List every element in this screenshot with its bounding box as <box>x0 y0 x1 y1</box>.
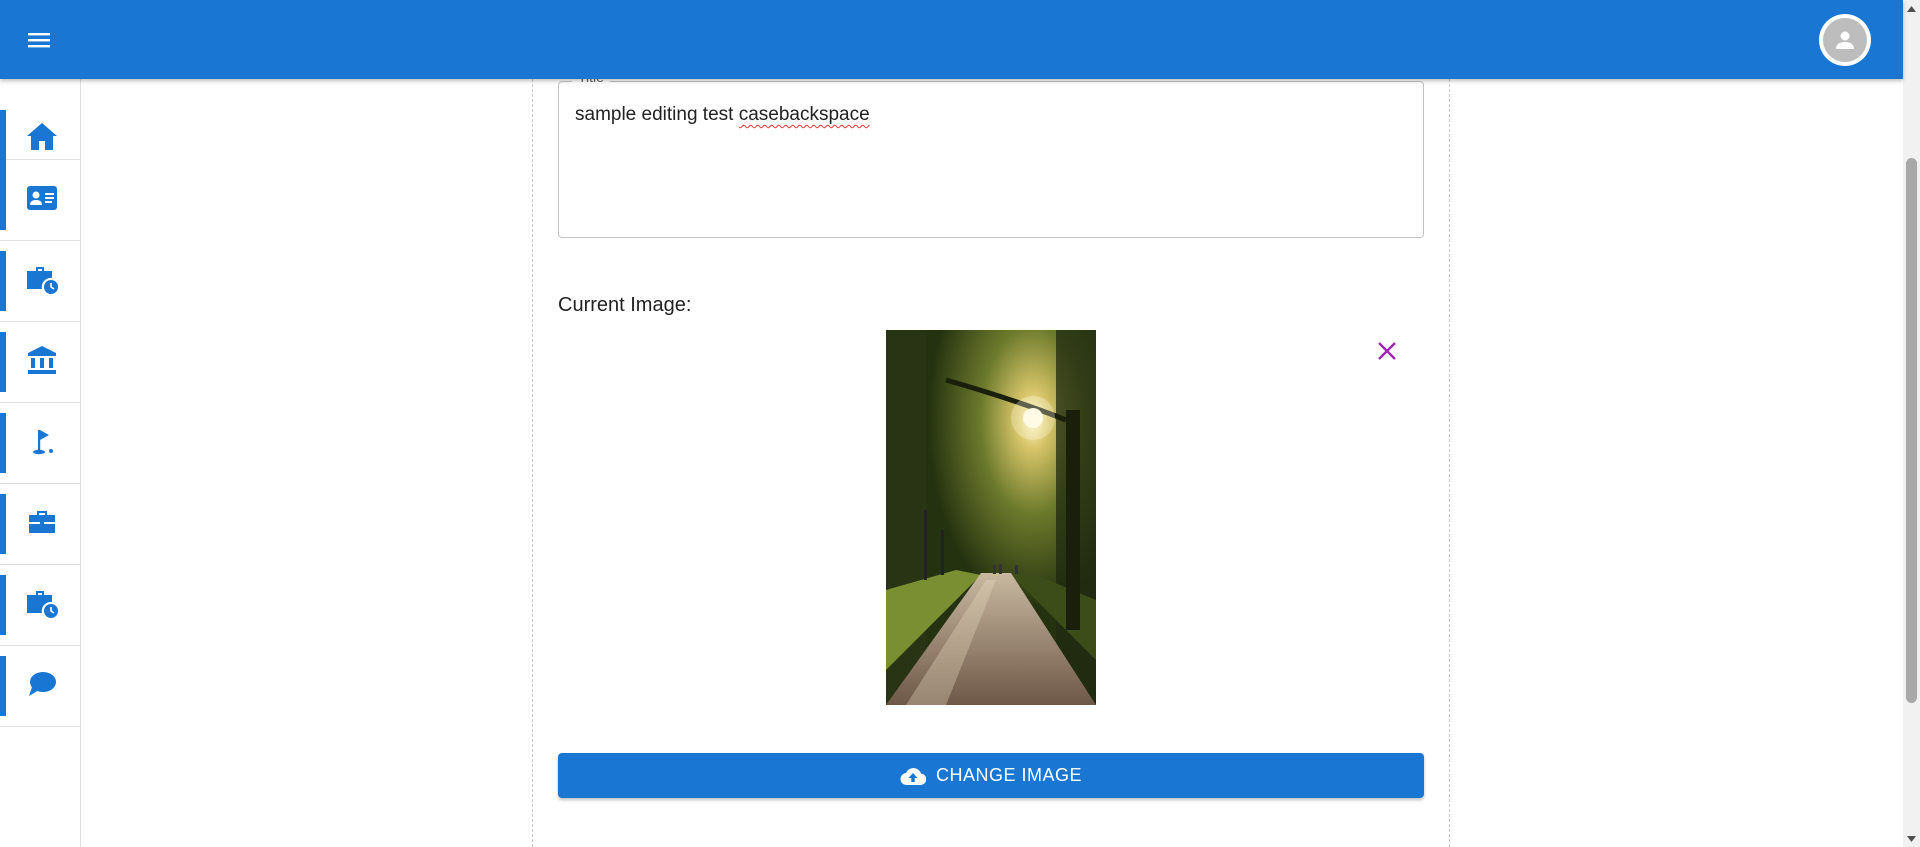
sidebar-item-briefcase[interactable] <box>0 484 80 565</box>
scroll-up-button[interactable] <box>1903 0 1920 17</box>
sidebar-item-bank[interactable] <box>0 322 80 403</box>
sidebar-item-work-history[interactable] <box>0 241 80 322</box>
page-scrollbar[interactable] <box>1903 0 1920 847</box>
chat-bubble-icon <box>25 667 59 701</box>
golf-course-icon <box>25 424 59 458</box>
home-icon <box>25 119 59 153</box>
remove-image-button[interactable] <box>1374 338 1400 364</box>
active-indicator <box>0 575 6 635</box>
scrollbar-thumb[interactable] <box>1906 158 1917 703</box>
title-input[interactable]: sample editing test casebackspace <box>575 104 870 126</box>
bank-icon <box>25 343 59 377</box>
current-image <box>886 330 1096 705</box>
close-icon <box>1378 342 1396 360</box>
title-input-text: sample editing test <box>575 104 739 125</box>
account-circle-icon <box>1836 31 1854 49</box>
sidebar-item-golf[interactable] <box>0 403 80 484</box>
avatar-button[interactable] <box>1819 14 1871 66</box>
cloud-upload-icon <box>900 766 926 786</box>
briefcase-icon <box>25 505 59 539</box>
active-indicator <box>0 656 6 716</box>
contact-card-icon <box>25 181 59 215</box>
sidebar-item-chat[interactable] <box>0 646 80 727</box>
sidebar-item-home[interactable] <box>0 79 80 170</box>
app-bar <box>0 0 1903 79</box>
active-indicator <box>0 413 6 473</box>
title-input-misspelled-word: casebackspace <box>738 104 870 125</box>
change-image-label: CHANGE IMAGE <box>935 765 1083 785</box>
avatar <box>1823 18 1867 62</box>
active-indicator <box>0 494 6 554</box>
active-indicator <box>0 332 6 392</box>
scroll-down-arrow-icon <box>1907 835 1916 842</box>
change-image-button[interactable]: CHANGE IMAGE <box>558 753 1424 798</box>
park-path-sunlight-photo <box>886 330 1096 705</box>
sidebar <box>0 79 81 847</box>
sidebar-item-work-history-2[interactable] <box>0 565 80 646</box>
work-history-icon <box>25 586 59 620</box>
scroll-up-arrow-icon <box>1907 5 1916 12</box>
scroll-down-button[interactable] <box>1903 830 1920 847</box>
active-indicator <box>0 170 6 230</box>
active-indicator <box>0 251 6 311</box>
work-history-icon <box>25 262 59 296</box>
hamburger-menu-icon <box>28 33 50 48</box>
menu-button[interactable] <box>22 24 56 56</box>
sidebar-item-contact[interactable] <box>0 160 80 241</box>
current-image-label: Current Image: <box>558 294 692 316</box>
